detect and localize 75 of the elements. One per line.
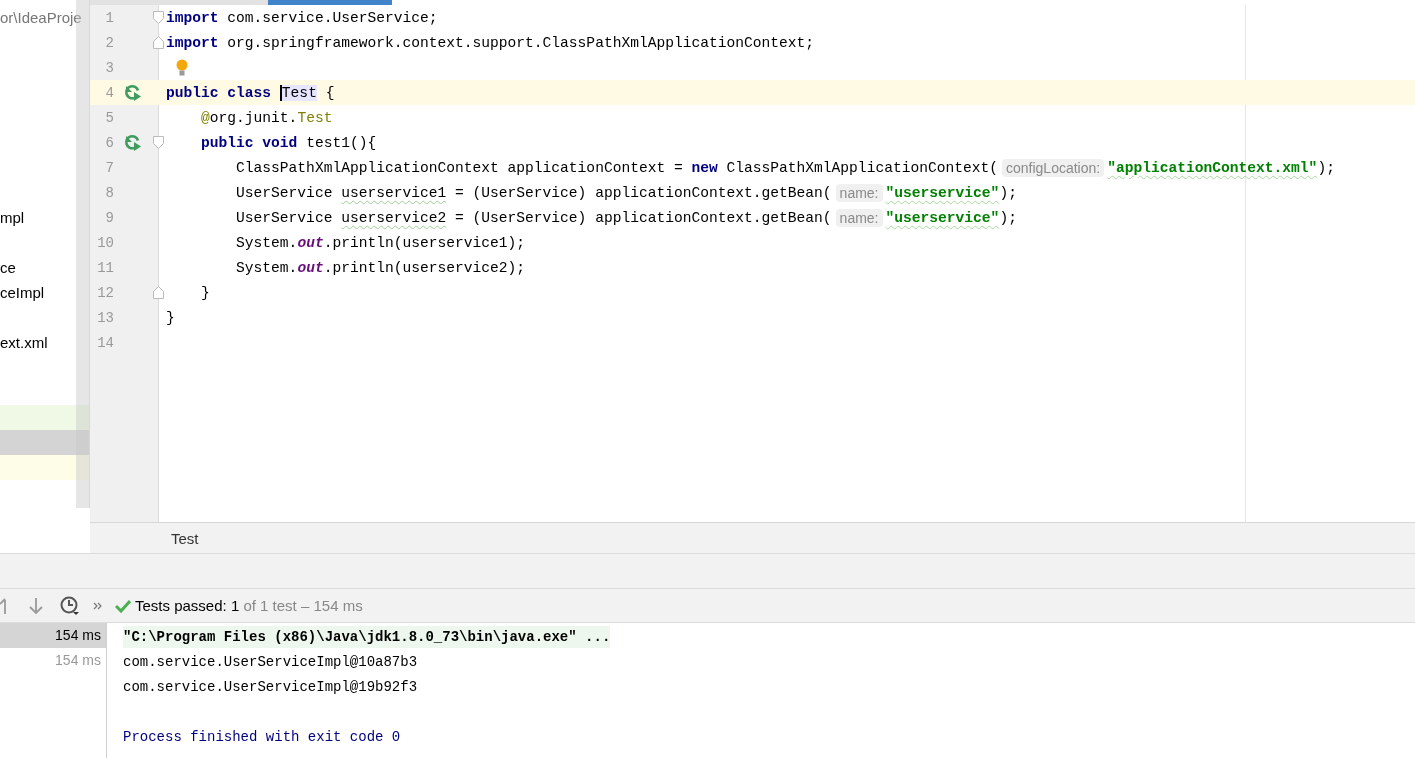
fold-marker-icon[interactable] <box>152 11 164 24</box>
code-text: org.junit. <box>209 109 298 126</box>
code-text: { <box>324 84 335 101</box>
code-annotation: Test <box>297 109 333 126</box>
code-text: = (UserService) applicationContext.getBean( <box>454 184 832 201</box>
test-status: Tests passed: 1 of 1 test – 154 ms <box>135 597 363 614</box>
parameter-hint: configLocation: <box>1002 158 1105 177</box>
line-number: 11 <box>96 259 114 276</box>
line-number: 12 <box>96 284 114 301</box>
code-annotation: @ <box>200 109 210 126</box>
code-text: = (UserService) applicationContext.getBean( <box>454 209 832 226</box>
code-text: UserService <box>235 184 334 201</box>
line-number: 8 <box>104 184 114 201</box>
fold-marker-icon[interactable] <box>152 286 164 299</box>
code-identifier: Test <box>279 84 317 101</box>
line-number: 5 <box>104 109 114 126</box>
code-text: org.springframework.context.support.ClassPathXmlApplicationContext; <box>226 34 815 51</box>
code-text: UserService <box>235 209 334 226</box>
line-number: 7 <box>104 159 114 176</box>
code-identifier: userservice1 <box>341 184 447 201</box>
clock-icon[interactable] <box>60 595 80 616</box>
code-text: } <box>200 284 210 301</box>
project-tree-item[interactable]: ceImpl <box>0 280 45 305</box>
line-number: 2 <box>104 34 114 51</box>
code-keyword: import <box>166 34 219 51</box>
code-text: } <box>166 309 175 326</box>
test-duration[interactable]: 154 ms <box>0 623 106 648</box>
breadcrumb-item[interactable]: Test <box>171 529 199 547</box>
line-number: 13 <box>96 309 114 326</box>
project-tree-item[interactable]: ext.xml <box>0 330 48 355</box>
code-text: ClassPathXmlApplicationContext applicationContext = <box>235 159 684 176</box>
code-text: ); <box>1317 159 1335 176</box>
code-text: ClassPathXmlApplicationContext( <box>725 159 998 176</box>
string-literal: "userservice" <box>885 209 1000 226</box>
fold-marker-icon[interactable] <box>152 136 164 149</box>
code-text: com.service.UserService; <box>226 9 438 26</box>
line-number: 14 <box>96 334 114 351</box>
code-text: .println(userservice2); <box>323 259 526 276</box>
project-tree-item[interactable]: mpl <box>0 205 25 230</box>
line-number: 1 <box>104 9 114 26</box>
line-number: 3 <box>104 59 114 76</box>
string-literal: "userservice" <box>885 184 1000 201</box>
line-number: 4 <box>104 84 114 101</box>
console-exit-message: Process finished with exit code 0 <box>123 728 401 745</box>
console-command: "C:\Program Files (x86)\Java\jdk1.8.0_73\bin\java.exe" ... <box>123 625 611 648</box>
code-static-field: out <box>297 234 324 251</box>
parameter-hint: name: <box>835 183 883 202</box>
project-tree-item[interactable]: or\IdeaProje <box>0 5 82 30</box>
code-text: System. <box>235 259 298 276</box>
console-output: com.service.UserServiceImpl@19b92f3 <box>123 678 418 695</box>
down-arrow-icon[interactable] <box>28 596 44 615</box>
code-text: test1(){ <box>306 134 377 151</box>
check-icon <box>115 598 131 613</box>
code-text: ); <box>999 209 1017 226</box>
run-test-icon[interactable] <box>124 133 142 152</box>
console-output: com.service.UserServiceImpl@10a87b3 <box>123 653 418 670</box>
code-keyword: public class <box>166 84 273 101</box>
line-number: 9 <box>104 209 114 226</box>
line-number: 10 <box>96 234 114 251</box>
string-literal: "applicationContext.xml" <box>1107 159 1318 176</box>
code-static-field: out <box>297 259 324 276</box>
project-tree-item[interactable]: ce <box>0 255 16 280</box>
run-test-icon[interactable] <box>124 83 142 102</box>
fold-marker-icon[interactable] <box>152 36 164 49</box>
parameter-hint: name: <box>835 208 883 227</box>
code-keyword: new <box>691 159 718 176</box>
code-text: ); <box>999 184 1017 201</box>
code-text: System. <box>235 234 298 251</box>
lightbulb-icon[interactable] <box>176 58 188 76</box>
line-number: 6 <box>104 134 114 151</box>
code-text: .println(userservice1); <box>323 234 526 251</box>
code-identifier: userservice2 <box>341 209 447 226</box>
code-keyword: public void <box>200 134 299 151</box>
chevrons-icon[interactable] <box>93 600 103 611</box>
code-keyword: import <box>166 9 219 26</box>
